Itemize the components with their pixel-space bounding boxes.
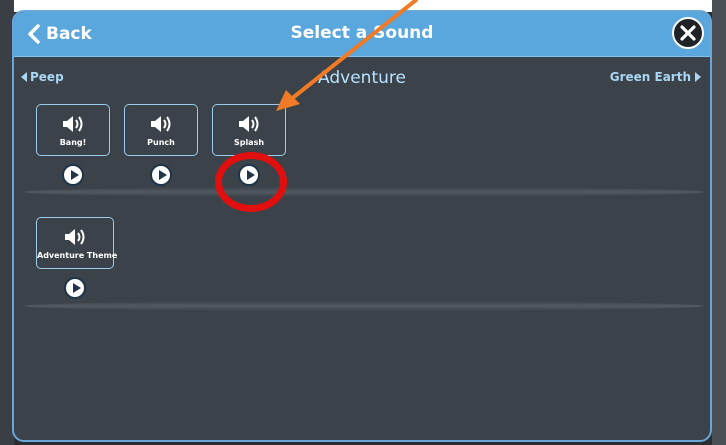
play-icon [159, 170, 167, 180]
sound-tile-bang[interactable]: Bang! [36, 104, 110, 156]
background-right-edge [712, 0, 726, 445]
speaker-icon [151, 116, 171, 132]
sound-tile-adventure-theme[interactable]: Adventure Theme [36, 217, 118, 269]
highlight-circle-annotation [215, 152, 287, 212]
shelf-divider [24, 301, 704, 311]
play-icon [71, 170, 79, 180]
play-icon [73, 283, 81, 293]
play-button-adventure-theme[interactable] [64, 277, 86, 299]
play-button-bang[interactable] [62, 164, 84, 186]
sound-label: Splash [233, 138, 265, 147]
dialog-title: Select a Sound [290, 23, 434, 43]
select-sound-dialog: Back Select a Sound Peep Adventure Green… [12, 10, 712, 442]
sound-tile-punch[interactable]: Punch [124, 104, 198, 156]
shelf-divider [24, 187, 704, 197]
category-title: Adventure [318, 68, 406, 88]
sound-label: Bang! [59, 138, 87, 147]
speaker-icon [65, 229, 85, 245]
speaker-icon [239, 116, 259, 132]
speaker-icon [63, 116, 83, 132]
sound-tile-splash[interactable]: Splash [212, 104, 286, 156]
category-nav: Peep Adventure Green Earth [14, 66, 710, 90]
close-icon [680, 25, 696, 41]
close-button[interactable] [672, 17, 704, 49]
sound-label: Adventure Theme [37, 251, 118, 260]
sound-label: Punch [147, 138, 175, 147]
dialog-titlebar: Back Select a Sound [14, 12, 710, 57]
next-category-label: Green Earth [609, 70, 691, 84]
caret-right-icon [695, 72, 701, 82]
next-category-button[interactable]: Green Earth [610, 70, 702, 84]
play-button-punch[interactable] [150, 164, 172, 186]
